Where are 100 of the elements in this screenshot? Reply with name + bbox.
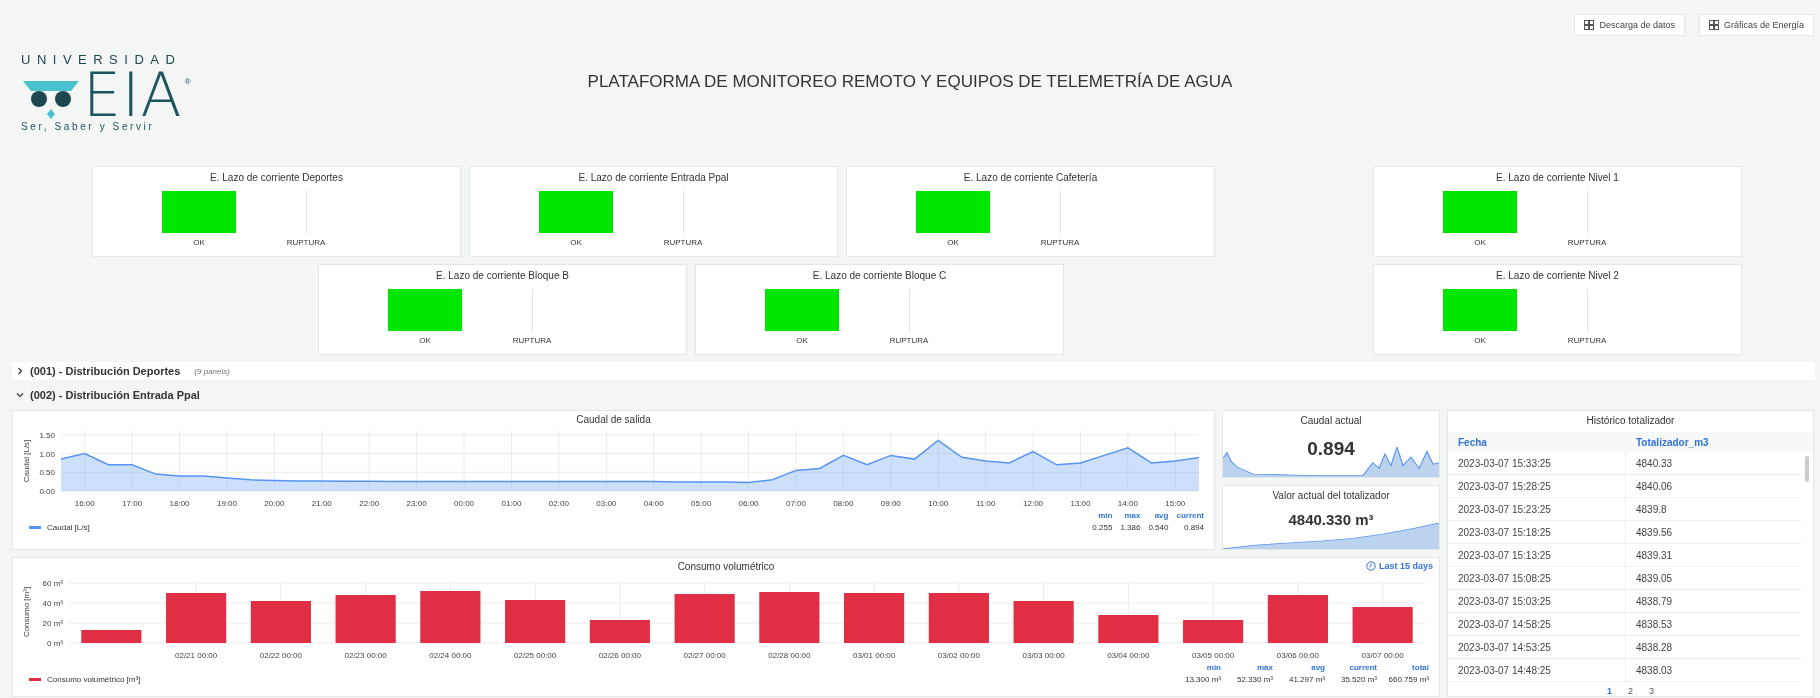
clock-icon (1365, 561, 1376, 571)
axis-tick-label: 03:00 (596, 499, 617, 508)
axis-tick-label: 11:00 (975, 499, 996, 508)
axis-tick-label: 03/03 00:00 (1022, 651, 1065, 660)
scrollbar[interactable] (1805, 456, 1809, 482)
axis-tick-label: 0 m³ (47, 639, 63, 648)
bar (1183, 620, 1244, 643)
legend-swatch (29, 678, 41, 681)
state-label: OK (947, 238, 959, 247)
state-label: OK (1474, 238, 1486, 247)
table-cell: 2023-03-07 15:13:25 (1448, 544, 1626, 566)
axis-title: Consumo [m³] (22, 586, 31, 638)
time-range-badge[interactable]: Last 15 days (1365, 561, 1433, 571)
panel-title: Valor actual del totalizador (1272, 490, 1390, 501)
stat-value: 1.386 (1120, 523, 1141, 532)
stat-header: max (1257, 663, 1273, 672)
axis-tick-label: 14:00 (1117, 499, 1138, 508)
axis-tick-label: 40 m³ (42, 599, 63, 608)
bar (844, 593, 905, 643)
axis-tick-label: 23:00 (406, 499, 427, 508)
axis-tick-label: 22:00 (359, 499, 380, 508)
stat-header: min (1206, 663, 1221, 672)
axis-tick-label: 10:00 (928, 499, 949, 508)
stat-header: min (1098, 511, 1113, 520)
stat-header: avg (1311, 663, 1325, 672)
stat-header: total (1412, 663, 1429, 672)
page-link[interactable]: 3 (1645, 686, 1658, 696)
state-label: OK (419, 336, 431, 345)
table-cell-text: 4838.03 (1635, 663, 1674, 678)
table-cell-text: 4839.31 (1635, 548, 1674, 563)
table-cell-text: 4838.79 (1635, 594, 1674, 609)
panel-title: Consumo volumétrico (677, 561, 775, 574)
table-cell: 2023-03-07 15:03:25 (1448, 590, 1626, 612)
axis-tick-label: 02/22 00:00 (259, 651, 302, 660)
bar (1098, 615, 1159, 643)
axis-tick-label: 02:00 (548, 499, 569, 508)
axis-tick-label: 03/01 00:00 (853, 651, 896, 660)
axis-tick-label: 00:00 (454, 499, 475, 508)
state-label: OK (193, 238, 205, 247)
panel-count: (9 panels) (194, 366, 230, 376)
bar (505, 600, 566, 643)
table-cell: 2023-03-07 15:33:25 (1448, 452, 1626, 474)
grid-icon (1708, 20, 1719, 30)
row-title: (002) - Distribución Entrada Ppal (30, 389, 200, 401)
axis-tick-label: 09:00 (880, 499, 901, 508)
axis-tick-label: 05:00 (691, 499, 712, 508)
axis-tick-label: 02/27 00:00 (683, 651, 726, 660)
axis-tick-label: 20:00 (264, 499, 285, 508)
stat-value: 0.894 (1307, 438, 1355, 460)
row-header[interactable]: (001) - Distribución Deportes (9 panels) (12, 362, 1815, 380)
logo-wordmark: EIA (83, 67, 183, 123)
axis-tick-label: 06:00 (738, 499, 759, 508)
dashboard-link-button[interactable]: Descarga de datos (1574, 14, 1685, 36)
page-link[interactable]: 2 (1624, 686, 1637, 696)
axis-tick-label: 03/02 00:00 (937, 651, 980, 660)
stat-value: 0.540 (1148, 523, 1169, 532)
axis-tick-label: 21:00 (311, 499, 332, 508)
dashboard-link-button[interactable]: Gráficas de Energía (1698, 14, 1814, 36)
axis-tick-label: 12:00 (1023, 499, 1044, 508)
table-cell: 2023-03-07 15:23:25 (1448, 498, 1626, 520)
chevron-icon (16, 367, 24, 375)
axis-tick-label: 07:00 (785, 499, 806, 508)
legend-label[interactable]: Consumo volumétrico [m³] (47, 675, 141, 684)
table-cell: 2023-03-07 14:48:25 (1448, 659, 1626, 681)
axis-tick-label: 02/28 00:00 (768, 651, 811, 660)
column-header[interactable]: Fecha (1448, 436, 1626, 448)
axis-tick-label: 03/04 00:00 (1107, 651, 1150, 660)
column-header[interactable]: Totalizador_m3 (1626, 436, 1813, 448)
stat-value: 41.297 m³ (1288, 675, 1325, 684)
stat-header: current (1176, 511, 1204, 520)
panel-title: E. Lazo de corriente Nivel 1 (1496, 172, 1619, 183)
axis-tick-label: 0.00 (39, 487, 55, 496)
axis-tick-label: 01:00 (501, 499, 522, 508)
axis-tick-label: 02/25 00:00 (514, 651, 557, 660)
bar (928, 593, 989, 643)
stat-value: 660.759 m³ (1388, 675, 1429, 684)
axis-tick-label: 16:00 (74, 499, 95, 508)
chevron-icon (16, 391, 24, 399)
table-cell: 2023-03-07 15:28:25 (1448, 475, 1626, 497)
stat-value: 0.255 (1092, 523, 1113, 532)
bar (81, 630, 142, 643)
panel-title: E. Lazo de corriente Nivel 2 (1496, 270, 1619, 281)
axis-title: Caudal [L/s] (22, 439, 31, 483)
panel-title: Caudal actual (1300, 415, 1362, 426)
bar (1267, 595, 1328, 643)
page-link[interactable]: 1 (1602, 686, 1616, 696)
axis-tick-label: 60 m³ (42, 579, 63, 588)
table-cell-text: 4838.53 (1635, 617, 1674, 632)
logo-text: UNIVERSIDAD (21, 52, 183, 67)
stat-header: max (1124, 511, 1141, 520)
row-header[interactable]: (002) - Distribución Entrada Ppal (12, 386, 1815, 404)
state-label: RUPTURA (512, 336, 552, 345)
state-label: OK (1474, 336, 1486, 345)
table-cell-text: 4840.33 (1635, 456, 1674, 471)
logo-motto: Ser, Saber y Servir (21, 121, 156, 132)
stat-header: current (1349, 663, 1377, 672)
legend-label[interactable]: Caudal [L/s] (47, 523, 90, 532)
axis-tick-label: 0.50 (39, 468, 55, 478)
axis-tick-label: 08:00 (833, 499, 854, 508)
dashboard-title: PLATAFORMA DE MONITOREO REMOTO Y EQUIPOS DE TELEMETRÍA DE AGUA (587, 72, 1233, 93)
